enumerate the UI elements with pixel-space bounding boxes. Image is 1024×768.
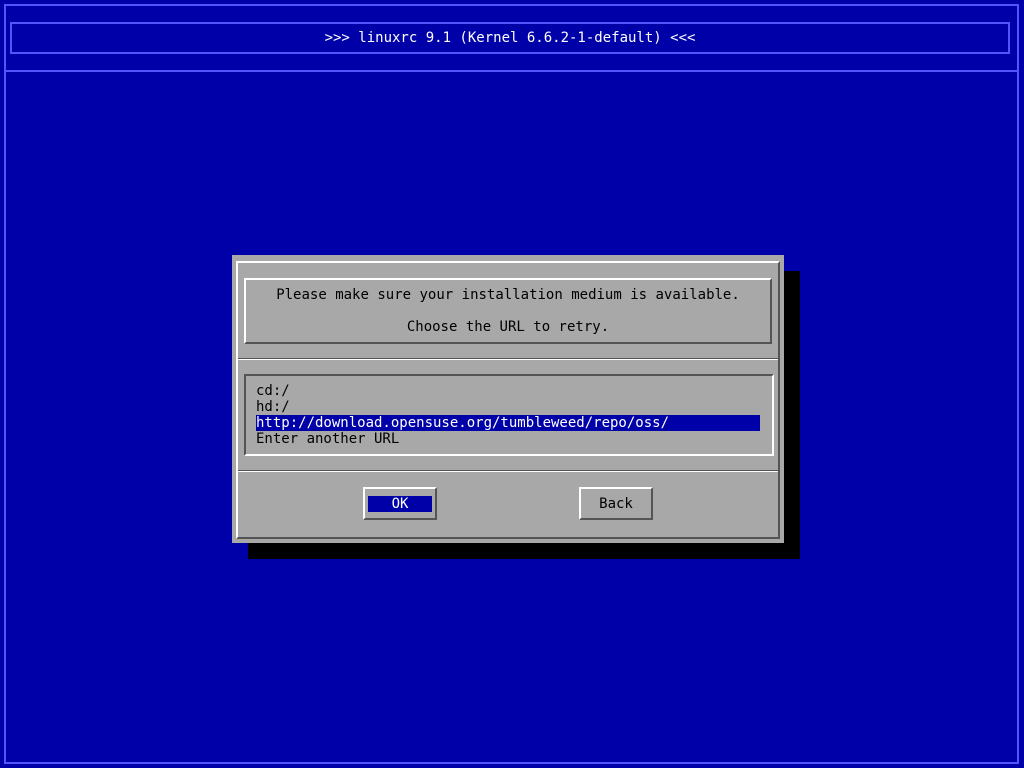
linuxrc-screen: >>> linuxrc 9.1 (Kernel 6.6.2-1-default)… — [0, 0, 1024, 768]
separator-top — [238, 358, 778, 360]
window-title: >>> linuxrc 9.1 (Kernel 6.6.2-1-default)… — [324, 30, 696, 46]
back-button-label: Back — [599, 495, 633, 512]
url-list: cd:/ hd:/ http://download.opensuse.org/t… — [244, 374, 774, 456]
message-text: Please make sure your installation mediu… — [276, 287, 740, 303]
message-prompt: Choose the URL to retry. — [406, 319, 610, 335]
header-divider — [4, 70, 1019, 72]
ok-button-label: OK — [368, 495, 432, 512]
title-bar: >>> linuxrc 9.1 (Kernel 6.6.2-1-default)… — [10, 22, 1010, 54]
back-button[interactable]: Back — [579, 487, 653, 520]
ok-button[interactable]: OK — [363, 487, 437, 520]
screen-frame-right — [1017, 4, 1019, 764]
list-item-cd[interactable]: cd:/ — [256, 383, 760, 399]
list-item-http-url[interactable]: http://download.opensuse.org/tumbleweed/… — [256, 415, 760, 431]
retry-dialog: Please make sure your installation mediu… — [232, 255, 784, 543]
list-item-hd[interactable]: hd:/ — [256, 399, 760, 415]
separator-bottom — [238, 470, 778, 472]
screen-frame-left — [4, 4, 6, 764]
message-box: Please make sure your installation mediu… — [244, 278, 772, 344]
screen-frame-bottom — [4, 762, 1019, 764]
list-item-enter-url[interactable]: Enter another URL — [256, 431, 760, 447]
screen-frame-top — [4, 4, 1019, 6]
